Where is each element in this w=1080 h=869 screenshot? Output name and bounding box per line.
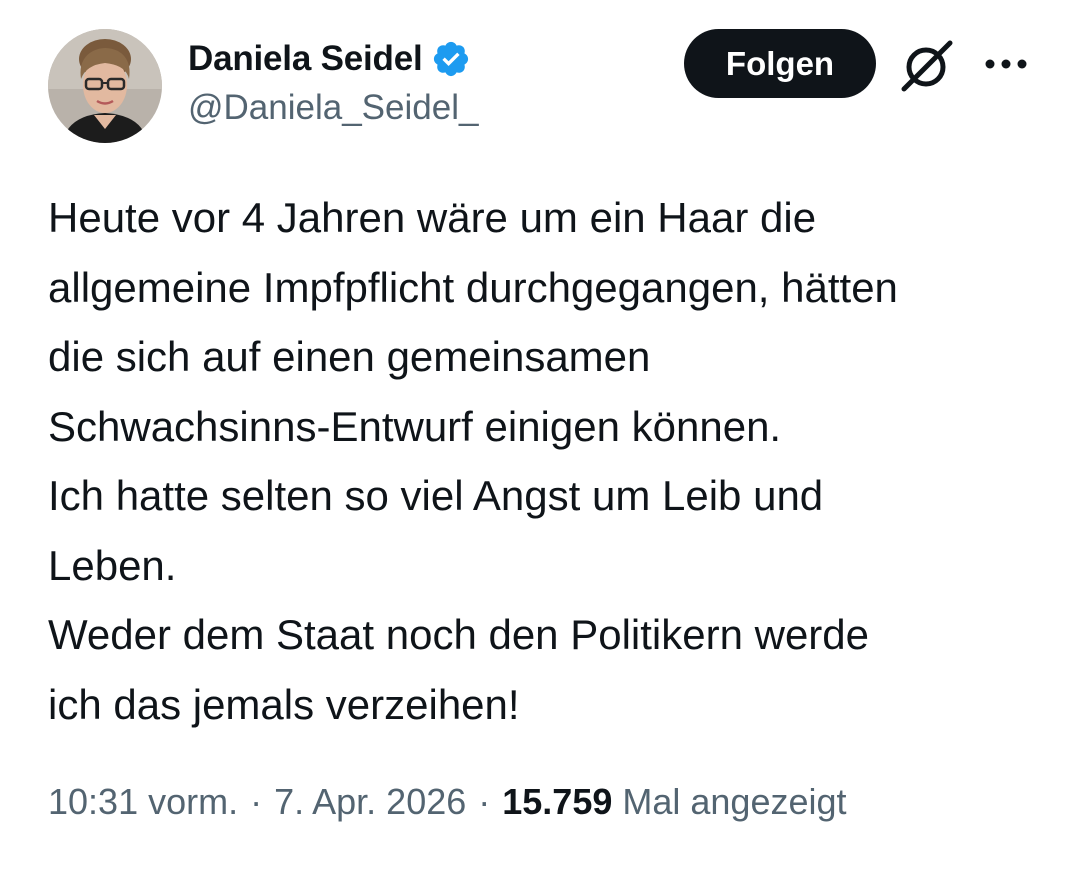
avatar[interactable]: [48, 29, 162, 143]
tweet-text-line: Ich hatte selten so viel Angst um Leib u…: [48, 472, 824, 519]
tweet-text-line: allgemeine Impfpflicht durchgegangen, hä…: [48, 263, 898, 311]
name-row: Daniela Seidel: [188, 36, 478, 82]
more-horizontal-icon[interactable]: [980, 48, 1032, 80]
tweet-text: Heute vor 4 Jahren wäre um ein Haar die …: [48, 183, 1048, 739]
meta-separator: ·: [250, 781, 263, 822]
views-label: Mal angezeigt: [622, 781, 847, 822]
tweet-meta: 10:31 vorm. · 7. Apr. 2026 · 15.759 Mal …: [48, 781, 847, 823]
meta-separator: ·: [478, 781, 491, 822]
tweet-text-line: Weder dem Staat noch den Politikern werd…: [48, 611, 870, 658]
avatar-image: [48, 29, 162, 143]
tweet-time[interactable]: 10:31 vorm.: [48, 781, 238, 823]
tweet-text-line: Heute vor 4 Jahren wäre um ein Haar die: [48, 194, 817, 241]
verified-badge-icon[interactable]: [431, 39, 471, 79]
handle[interactable]: @Daniela_Seidel_: [188, 88, 478, 128]
tweet-text-line: Schwachsinns-Entwurf einigen können.: [48, 402, 782, 450]
tweet-date[interactable]: 7. Apr. 2026: [274, 781, 466, 823]
author-block: Daniela Seidel @Daniela_Seidel_: [188, 36, 478, 128]
grok-icon[interactable]: [898, 37, 958, 93]
tweet-text-line: ich das jemals verzeihen!: [48, 680, 520, 728]
display-name[interactable]: Daniela Seidel: [188, 39, 423, 79]
follow-button[interactable]: Folgen: [684, 29, 876, 98]
tweet-text-line: die sich auf einen gemeinsamen: [48, 333, 651, 380]
tweet-text-line: Leben.: [48, 541, 177, 589]
views-count[interactable]: 15.759: [502, 781, 612, 823]
